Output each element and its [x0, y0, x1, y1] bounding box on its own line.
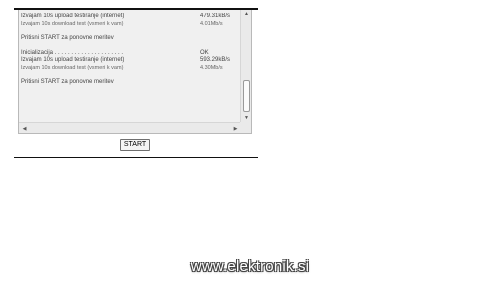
speed-test-log-panel: Izvajam 10s upload testiranje (internet)… [18, 10, 252, 134]
log-line-value: 4.30Mb/s [200, 64, 223, 71]
bottom-divider [14, 157, 258, 158]
log-spacer [21, 72, 239, 79]
log-line-value: 479.31kB/s [200, 13, 231, 19]
scroll-left-arrow-icon[interactable]: ◀ [20, 124, 29, 133]
log-line-value: 4.01Mb/s [200, 20, 223, 27]
scroll-right-arrow-icon[interactable]: ▶ [231, 124, 240, 133]
scroll-down-arrow-icon[interactable]: ▼ [242, 114, 251, 122]
log-line-label: Izvajam 10s upload testiranje (internet) [21, 13, 125, 19]
log-output: Izvajam 10s upload testiranje (internet)… [21, 13, 239, 119]
log-line-label: Pritisni START za ponovne meritev [21, 79, 114, 85]
log-line-label: Pritisni START za ponovne meritev [21, 35, 114, 41]
log-line: Inicializacija . . . . . . . . . . . . .… [21, 50, 239, 58]
log-line: Izvajam 10s upload testiranje (internet)… [21, 57, 239, 65]
scrollbar-corner [240, 122, 251, 133]
vertical-scrollbar[interactable]: ▲ ▼ [240, 10, 251, 122]
log-line-label: Izvajam 10s upload testiranje (internet) [21, 57, 125, 63]
log-spacer [21, 28, 239, 35]
log-line: Izvajam 10s download test (vsmeri k vam)… [21, 21, 239, 29]
vertical-scroll-thumb[interactable] [243, 80, 250, 112]
log-line: Pritisni START za ponovne meritev [21, 79, 239, 87]
log-line-label: Izvajam 10s download test (vsmeri k vam) [21, 64, 124, 71]
site-watermark: www.elektronik.si [190, 258, 310, 275]
log-line: Izvajam 10s upload testiranje (internet)… [21, 13, 239, 21]
log-line: Izvajam 10s download test (vsmeri k vam)… [21, 65, 239, 73]
start-button[interactable]: START [120, 139, 150, 151]
log-line: Pritisni START za ponovne meritev [21, 35, 239, 43]
log-line-label: Inicializacija . . . . . . . . . . . . .… [21, 49, 124, 56]
log-line-value: 593.29kB/s [200, 57, 231, 63]
log-line-value: OK [200, 49, 209, 56]
log-spacer [21, 43, 239, 50]
scroll-up-arrow-icon[interactable]: ▲ [242, 10, 251, 18]
log-line-label: Izvajam 10s download test (vsmeri k vam) [21, 20, 124, 27]
horizontal-scrollbar[interactable]: ◀ ▶ [19, 122, 241, 133]
